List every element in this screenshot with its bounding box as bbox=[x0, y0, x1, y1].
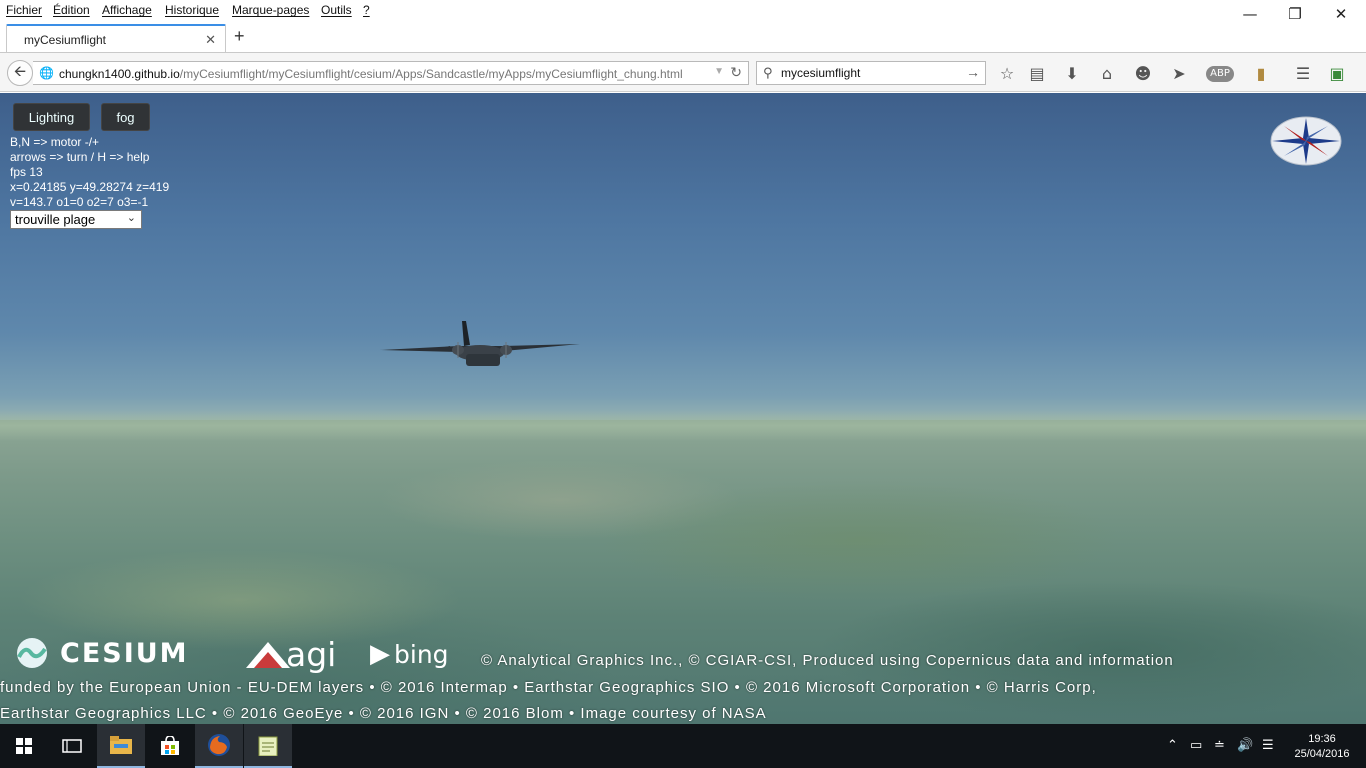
store-icon[interactable] bbox=[146, 724, 194, 768]
navigation-bar: 🡨 🌐 chungkn1400.github.io/myCesiumflight… bbox=[0, 52, 1366, 92]
plus-icon[interactable]: + bbox=[234, 26, 245, 47]
lighting-button[interactable]: Lighting bbox=[13, 103, 90, 131]
clock[interactable]: 19:36 25/04/2016 bbox=[1290, 732, 1354, 762]
chevron-down-icon: ⌄ bbox=[126, 212, 136, 224]
url-host: chungkn1400.github.io bbox=[59, 67, 180, 81]
menu-fichier[interactable]: Fichier bbox=[6, 3, 42, 17]
bing-logo[interactable]: ▶ bing bbox=[370, 639, 449, 669]
notification-icon[interactable]: ☰ bbox=[1262, 738, 1274, 753]
menu-bar: Fichier Édition Affichage Historique Mar… bbox=[0, 0, 1366, 23]
flight-hud: B,N => motor -/+ arrows => turn / H => h… bbox=[10, 135, 169, 210]
close-icon[interactable]: ✕ bbox=[205, 32, 216, 48]
search-bar[interactable]: ⚲ → bbox=[756, 61, 986, 85]
search-input[interactable] bbox=[781, 65, 961, 81]
agi-logo-icon bbox=[246, 641, 290, 668]
notepad-icon[interactable] bbox=[244, 724, 292, 768]
wifi-icon[interactable]: ≐ bbox=[1214, 738, 1225, 753]
hud-line-velocity: v=143.7 o1=0 o2=7 o3=-1 bbox=[10, 195, 149, 209]
bing-logo-text: bing bbox=[394, 639, 449, 669]
send-icon[interactable]: ➤ bbox=[1168, 64, 1190, 84]
download-icon[interactable]: ⬇ bbox=[1061, 64, 1083, 84]
clock-time: 19:36 bbox=[1308, 733, 1336, 745]
hud-line-fps: fps 13 bbox=[10, 165, 43, 179]
chevron-up-icon[interactable]: ⌃ bbox=[1167, 738, 1178, 753]
url-bar[interactable]: 🌐 chungkn1400.github.io/myCesiumflight/m… bbox=[33, 61, 749, 85]
credits-line-2: funded by the European Union - EU-DEM la… bbox=[0, 679, 1097, 696]
fog-button[interactable]: fog bbox=[101, 103, 150, 131]
bing-logo-icon: ▶ bbox=[370, 639, 390, 669]
tab-mycesiumflight[interactable]: myCesiumflight ✕ bbox=[6, 24, 226, 54]
volume-icon[interactable]: 🔊 bbox=[1237, 738, 1253, 753]
hud-line-position: x=0.24185 y=49.28274 z=419 bbox=[10, 180, 170, 194]
home-icon[interactable]: ⌂ bbox=[1096, 64, 1118, 84]
cesium-logo-icon bbox=[17, 638, 47, 668]
battery-icon[interactable]: ▭ bbox=[1190, 738, 1202, 753]
globe-icon: 🌐 bbox=[39, 66, 54, 80]
url-text: chungkn1400.github.io/myCesiumflight/myC… bbox=[59, 67, 683, 81]
url-path: /myCesiumflight/myCesiumflight/cesium/Ap… bbox=[179, 67, 683, 81]
taskbar: ⌃ ▭ ≐ 🔊 ☰ 19:36 25/04/2016 bbox=[0, 724, 1366, 768]
adblock-icon[interactable]: ABP bbox=[1206, 66, 1234, 82]
firefox-icon[interactable] bbox=[195, 724, 243, 768]
location-select-value: trouville plage bbox=[15, 212, 96, 227]
task-view-icon[interactable] bbox=[48, 724, 96, 768]
compass-icon[interactable] bbox=[1270, 116, 1342, 166]
cesium-logo-text: CESIUM bbox=[60, 637, 189, 669]
reading-list-icon[interactable]: ▤ bbox=[1026, 64, 1048, 84]
windows-start-icon[interactable] bbox=[0, 724, 48, 768]
extension-icon[interactable]: ▣ bbox=[1326, 64, 1348, 84]
menu-affichage[interactable]: Affichage bbox=[102, 3, 152, 17]
back-arrow-icon[interactable]: 🡨 bbox=[7, 60, 33, 86]
hud-line-motor: B,N => motor -/+ bbox=[10, 135, 100, 149]
menu-outils[interactable]: Outils bbox=[321, 3, 352, 17]
dropdown-arrow-icon[interactable]: ▼ bbox=[714, 66, 724, 77]
go-arrow-icon[interactable]: → bbox=[966, 64, 980, 80]
menu-icon[interactable]: ☰ bbox=[1292, 64, 1314, 84]
clock-date: 25/04/2016 bbox=[1294, 748, 1350, 760]
menu-help[interactable]: ? bbox=[363, 3, 370, 17]
star-icon[interactable]: ☆ bbox=[996, 64, 1018, 84]
horizon-haze bbox=[0, 411, 1366, 441]
credits-line-1: © Analytical Graphics Inc., © CGIAR-CSI,… bbox=[481, 652, 1174, 669]
airplane-model bbox=[380, 321, 580, 366]
tab-title: myCesiumflight bbox=[24, 33, 107, 47]
cesium-logo[interactable]: CESIUM bbox=[10, 637, 189, 669]
reload-icon[interactable]: ↻ bbox=[730, 64, 742, 81]
credits-bar: CESIUM agi ▶ bing © Analytical Graphics … bbox=[0, 631, 1366, 724]
hud-line-controls: arrows => turn / H => help bbox=[10, 150, 150, 164]
menu-marque-pages[interactable]: Marque-pages bbox=[232, 3, 309, 17]
chat-icon[interactable]: ☻ bbox=[1132, 64, 1154, 84]
agi-logo[interactable]: agi bbox=[244, 635, 336, 674]
location-select[interactable]: trouville plage ⌄ bbox=[10, 210, 142, 229]
file-explorer-icon[interactable] bbox=[97, 724, 145, 768]
search-icon: ⚲ bbox=[763, 65, 773, 80]
credits-line-3: Earthstar Geographics LLC • © 2016 GeoEy… bbox=[0, 705, 767, 722]
bookmark-icon[interactable]: ▮ bbox=[1250, 64, 1272, 84]
cesium-viewer[interactable]: Lighting fog B,N => motor -/+ arrows => … bbox=[0, 93, 1366, 724]
menu-historique[interactable]: Historique bbox=[165, 3, 219, 17]
agi-logo-text: agi bbox=[286, 635, 337, 674]
tab-strip: myCesiumflight ✕ + bbox=[0, 22, 1366, 54]
menu-edition[interactable]: Édition bbox=[53, 3, 90, 17]
